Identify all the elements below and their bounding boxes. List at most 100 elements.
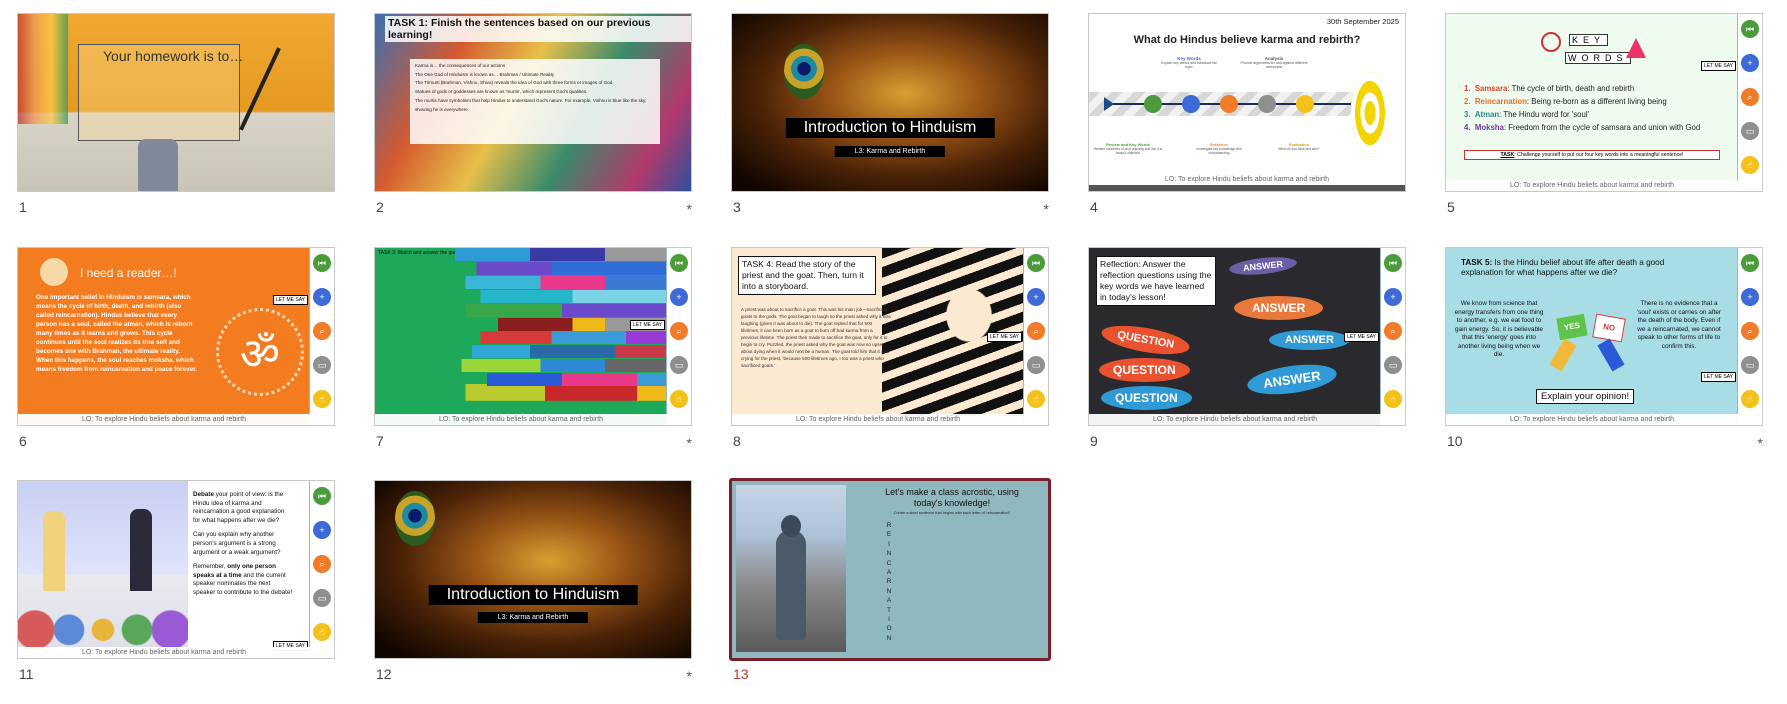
slide-thumbnail-9[interactable]: ANSWER ANSWER QUESTION ANSWER QUESTION A…: [1088, 247, 1408, 449]
slide-thumbnail-12[interactable]: Introduction to Hinduism L3: Karma and R…: [374, 480, 694, 684]
key-words-icon[interactable]: +: [1741, 54, 1759, 72]
reader-avatar: [40, 258, 68, 286]
yes-sign: YES: [1556, 313, 1588, 341]
lesson-sidebar: ⏮ + ⌕ ▭ ☝: [309, 248, 334, 425]
analysis-speech-icon[interactable]: ▭: [670, 356, 688, 374]
slide-thumbnail-11[interactable]: Debate your point of view: is the Hindu …: [17, 480, 337, 682]
lesson-sidebar: ⏮ + ⌕ ▭ ☝: [666, 248, 691, 425]
evidence-search-icon[interactable]: ⌕: [313, 555, 331, 573]
learning-objective: LO: To explore Hindu beliefs about karma…: [1446, 180, 1738, 191]
slide-thumbnail-1[interactable]: Your homework is to… 1: [17, 13, 337, 215]
slide-thumbnail-2[interactable]: TASK 1: Finish the sentences based on ou…: [374, 13, 694, 217]
key-words-icon[interactable]: +: [1027, 288, 1045, 306]
evidence-search-icon[interactable]: ⌕: [313, 322, 331, 340]
slide-thumbnail-10[interactable]: TASK 5: Is the Hindu belief about life a…: [1445, 247, 1765, 451]
slide-7-preview: TASK 3: Watch and answer the questions! …: [374, 247, 692, 426]
review-icon[interactable]: ⏮: [1741, 20, 1759, 38]
argument-prompt: Can you explain why another person's arg…: [193, 531, 281, 556]
slide-thumbnail-7[interactable]: TASK 3: Watch and answer the questions! …: [374, 247, 694, 451]
key-words-icon[interactable]: +: [313, 288, 331, 306]
acrostic-letters: R E I N C A R N A T I O N: [886, 522, 892, 642]
evidence-search-icon[interactable]: ⌕: [1741, 322, 1759, 340]
key-word-2: 2. Reincarnation: Being re-born as a dif…: [1464, 97, 1667, 106]
lesson-sidebar: ⏮ + ⌕ ▭ ☝: [1380, 248, 1405, 425]
review-icon[interactable]: ⏮: [313, 487, 331, 505]
let-me-say-arrow: LET ME SAY: [1701, 61, 1736, 71]
evidence-search-icon[interactable]: ⌕: [1027, 322, 1045, 340]
key-words-icon[interactable]: +: [670, 288, 688, 306]
slide-thumbnail-3[interactable]: Introduction to Hinduism L3: Karma and R…: [731, 13, 1051, 217]
analysis-speech-icon[interactable]: ▭: [1384, 356, 1402, 374]
slide-9-preview: ANSWER ANSWER QUESTION ANSWER QUESTION A…: [1088, 247, 1406, 426]
learning-objective: LO: To explore Hindu beliefs about karma…: [732, 414, 1024, 425]
transition-star-icon: *: [686, 201, 692, 217]
slide-thumbnail-8[interactable]: TASK 4: Read the story of the priest and…: [731, 247, 1051, 449]
homework-text: Your homework is to…: [103, 48, 244, 64]
lesson-sidebar: ⏮ + ⌕ ▭ ☝: [1023, 248, 1048, 425]
bubble-1: ANSWER: [1228, 254, 1298, 278]
analysis-speech-icon[interactable]: ▭: [1741, 356, 1759, 374]
evaluation-icon[interactable]: ☝: [670, 390, 688, 408]
evidence-search-icon[interactable]: ⌕: [1741, 88, 1759, 106]
review-icon[interactable]: ⏮: [1384, 254, 1402, 272]
let-me-say-arrow: LET ME SAY: [630, 320, 665, 330]
review-icon[interactable]: ⏮: [670, 254, 688, 272]
slide-thumbnail-6[interactable]: I need a reader…! One important belief i…: [17, 247, 337, 449]
slide-12-preview: Introduction to Hinduism L3: Karma and R…: [374, 480, 692, 659]
key-words-icon[interactable]: +: [1741, 288, 1759, 306]
evidence-search-icon[interactable]: ⌕: [1384, 322, 1402, 340]
learning-objective: LO: To explore Hindu beliefs about karma…: [1164, 176, 1330, 183]
sentence-2: The One God of Hinduism is known as… Bra…: [415, 71, 555, 77]
evaluation-icon[interactable]: ☝: [313, 390, 331, 408]
slide-11-preview: Debate your point of view: is the Hindu …: [17, 480, 335, 659]
bubble-5: QUESTION: [1099, 358, 1190, 382]
analysis-speech-icon[interactable]: ▭: [313, 589, 331, 607]
slide-number: 2: [376, 199, 384, 215]
evaluation-icon[interactable]: ☝: [1027, 390, 1045, 408]
samsara-paragraph: One important belief in Hinduism is sams…: [36, 294, 197, 373]
peacock-feather-image: [395, 491, 435, 546]
evaluation-icon[interactable]: ☝: [1741, 156, 1759, 174]
let-me-say-arrow: LET ME SAY: [1701, 372, 1736, 382]
evidence-search-icon[interactable]: ⌕: [670, 322, 688, 340]
slide-title: What do Hindus believe karma and rebirth…: [1133, 34, 1361, 46]
key-words-icon[interactable]: +: [1384, 288, 1402, 306]
slide-number: 8: [733, 433, 741, 449]
review-icon[interactable]: ⏮: [313, 254, 331, 272]
bubble-6: ANSWER: [1245, 359, 1339, 400]
analysis-speech-icon[interactable]: ▭: [1027, 356, 1045, 374]
bubble-7: QUESTION: [1101, 386, 1192, 410]
slide-8-preview: TASK 4: Read the story of the priest and…: [731, 247, 1049, 426]
priest-goat-story: A priest was about to sacrifice a goat. …: [741, 307, 891, 368]
let-me-say-arrow: LET ME SAY: [273, 295, 308, 305]
analysis-speech-icon[interactable]: ▭: [313, 356, 331, 374]
key-word-1: 1. Samsara: The cycle of birth, death an…: [1464, 84, 1635, 93]
bubble-3: QUESTION: [1099, 320, 1192, 360]
learning-objective: LO: To explore Hindu beliefs about karma…: [375, 414, 667, 425]
target-icon: [1351, 72, 1389, 154]
slide-number: 12: [376, 666, 392, 682]
evaluation-icon[interactable]: ☝: [1741, 390, 1759, 408]
analysis-speech-icon[interactable]: ▭: [1741, 122, 1759, 140]
slide-5-preview: KEY WORDS 1. Samsara: The cycle of birth…: [1445, 13, 1763, 192]
evaluation-icon[interactable]: ☝: [313, 623, 331, 641]
learning-objective: LO: To explore Hindu beliefs about karma…: [18, 414, 310, 425]
key-words-icon[interactable]: +: [313, 521, 331, 539]
review-icon[interactable]: ⏮: [1741, 254, 1759, 272]
acrostic-instruction: Create a short sentence that begins with…: [893, 511, 1011, 515]
slide-thumbnail-4[interactable]: 30th September 2025 What do Hindus belie…: [1088, 13, 1408, 215]
evaluation-icon[interactable]: ☝: [1384, 390, 1402, 408]
slide-thumbnail-5[interactable]: KEY WORDS 1. Samsara: The cycle of birth…: [1445, 13, 1765, 215]
slide-13-preview: Let's make a class acrostic, using today…: [729, 478, 1051, 661]
explain-opinion-box: Explain your opinion!: [1536, 389, 1635, 404]
slide-thumbnail-13[interactable]: Let's make a class acrostic, using today…: [729, 478, 1051, 682]
review-icon[interactable]: ⏮: [1027, 254, 1045, 272]
slide-subtitle: L3: Karma and Rebirth: [834, 146, 946, 157]
bubble-2: ANSWER: [1234, 296, 1324, 320]
om-symbol-icon: ॐ: [216, 308, 304, 396]
slide-number: 11: [19, 666, 34, 682]
colour-bars-video: [455, 248, 669, 416]
slide-10-preview: TASK 5: Is the Hindu belief about life a…: [1445, 247, 1763, 426]
transition-star-icon: *: [1757, 435, 1763, 451]
debate-illustration: [18, 481, 188, 649]
